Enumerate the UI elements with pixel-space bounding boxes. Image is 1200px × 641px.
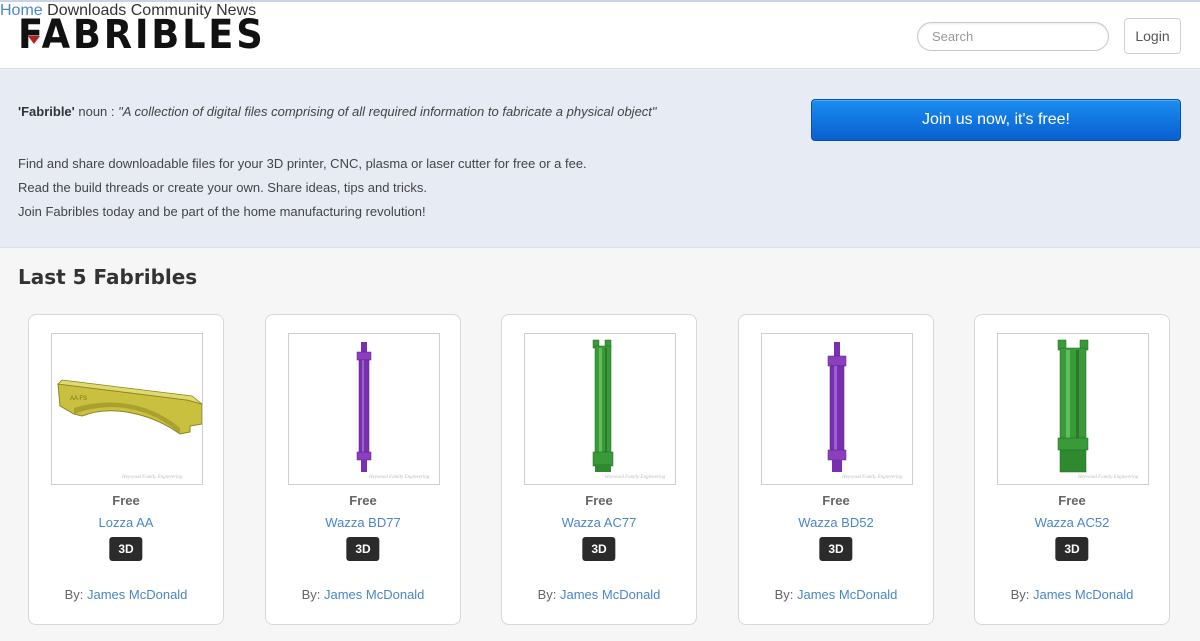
definition-pos: noun : [74, 104, 119, 119]
hero-line: Read the build threads or create your ow… [18, 180, 427, 195]
logo-triangle-icon [28, 36, 40, 44]
price-label: Free [112, 493, 140, 508]
author-link[interactable]: James McDonald [1033, 587, 1133, 602]
by-label: By: [537, 587, 557, 602]
join-button[interactable]: Join us now, it's free! [811, 99, 1181, 141]
hero-description: Find and share downloadable files for yo… [18, 152, 587, 224]
logo-text: FABRIBLES [18, 12, 266, 58]
price-label: Free [349, 493, 377, 508]
definition-term: 'Fabrible' [18, 104, 75, 119]
purple-rod-model-icon: Heywood Family Engineering [356, 342, 430, 480]
fabrible-name-link[interactable]: Wazza BD52 [739, 515, 933, 530]
price-label: Free [822, 493, 850, 508]
site-header: FABRIBLES Home Downloads Community News … [0, 2, 1200, 69]
3d-badge: 3D [346, 537, 380, 561]
author-byline: By: James McDonald [266, 587, 460, 602]
price-label: Free [1058, 493, 1086, 508]
svg-text:Heywood Family Engineering: Heywood Family Engineering [1077, 475, 1139, 480]
fabrible-thumbnail[interactable]: Heywood Family Engineering [761, 333, 913, 485]
price-label: Free [585, 493, 613, 508]
by-label: By: [64, 587, 84, 602]
hero-line: Join Fabribles today and be part of the … [18, 204, 426, 219]
fabribles-list: AA FS Heywood Family Engineering Free Lo… [28, 314, 1178, 625]
svg-text:Heywood Family Engineering: Heywood Family Engineering [368, 475, 430, 480]
search-input[interactable] [917, 22, 1109, 51]
yellow-bracket-model-icon: AA FS Heywood Family Engineering [57, 379, 202, 480]
fabrible-card: Heywood Family Engineering Free Wazza BD… [265, 314, 461, 625]
author-link[interactable]: James McDonald [87, 587, 187, 602]
3d-badge: 3D [109, 537, 143, 561]
author-link[interactable]: James McDonald [797, 587, 897, 602]
3d-badge: 3D [582, 537, 616, 561]
author-byline: By: James McDonald [502, 587, 696, 602]
author-byline: By: James McDonald [739, 587, 933, 602]
fabrible-definition: 'Fabrible' noun : "A collection of digit… [18, 104, 657, 119]
svg-text:Heywood Family Engineering: Heywood Family Engineering [121, 475, 183, 480]
fabrible-card: Heywood Family Engineering Free Wazza AC… [501, 314, 697, 625]
author-link[interactable]: James McDonald [324, 587, 424, 602]
svg-text:AA FS: AA FS [70, 396, 87, 402]
fabrible-thumbnail[interactable]: Heywood Family Engineering [997, 333, 1149, 485]
purple-rod-model-icon: Heywood Family Engineering [827, 342, 903, 480]
3d-badge: 3D [819, 537, 853, 561]
fabrible-name-link[interactable]: Wazza AC52 [975, 515, 1169, 530]
author-link[interactable]: James McDonald [560, 587, 660, 602]
author-byline: By: James McDonald [975, 587, 1169, 602]
author-byline: By: James McDonald [29, 587, 223, 602]
definition-quote: "A collection of digital files comprisin… [118, 104, 657, 119]
fabrible-name-link[interactable]: Wazza AC77 [502, 515, 696, 530]
svg-text:Heywood Family Engineering: Heywood Family Engineering [604, 475, 666, 480]
fabrible-thumbnail[interactable]: Heywood Family Engineering [524, 333, 676, 485]
fabrible-thumbnail[interactable]: AA FS Heywood Family Engineering [51, 333, 203, 485]
fabrible-thumbnail[interactable]: Heywood Family Engineering [288, 333, 440, 485]
svg-text:Heywood Family Engineering: Heywood Family Engineering [841, 475, 903, 480]
section-title: Last 5 Fabribles [18, 265, 198, 289]
hero-line: Find and share downloadable files for yo… [18, 156, 587, 171]
green-rod-model-icon: Heywood Family Engineering [592, 339, 666, 480]
login-button[interactable]: Login [1124, 18, 1181, 54]
fabrible-card: Heywood Family Engineering Free Wazza AC… [974, 314, 1170, 625]
hero-banner: 'Fabrible' noun : "A collection of digit… [0, 70, 1200, 248]
site-logo[interactable]: FABRIBLES [18, 14, 287, 56]
by-label: By: [774, 587, 794, 602]
3d-badge: 3D [1055, 537, 1089, 561]
fabrible-card: AA FS Heywood Family Engineering Free Lo… [28, 314, 224, 625]
by-label: By: [1010, 587, 1030, 602]
by-label: By: [301, 587, 321, 602]
fabrible-name-link[interactable]: Wazza BD77 [266, 515, 460, 530]
green-rod-model-icon: Heywood Family Engineering [1057, 339, 1139, 480]
fabrible-name-link[interactable]: Lozza AA [29, 515, 223, 530]
fabrible-card: Heywood Family Engineering Free Wazza BD… [738, 314, 934, 625]
